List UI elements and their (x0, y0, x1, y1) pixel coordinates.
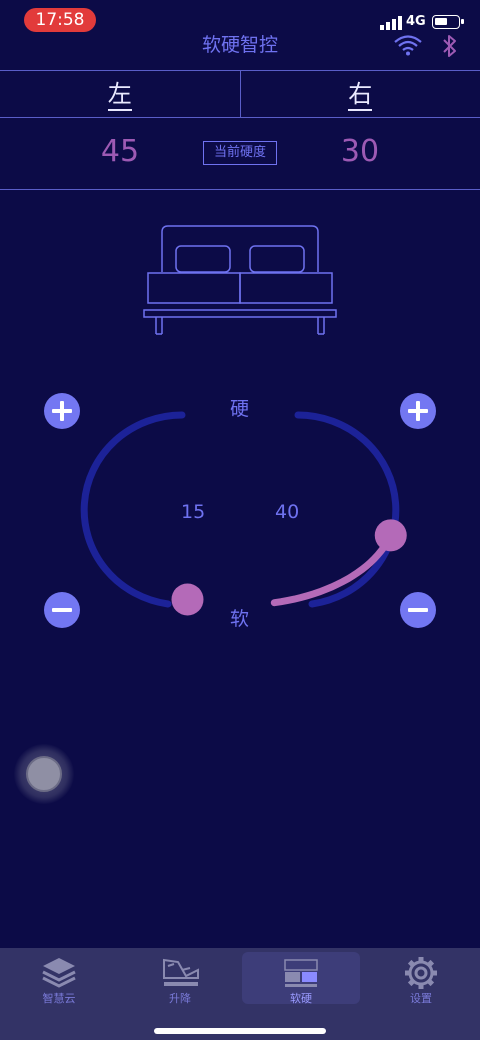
right-gauge-knob[interactable] (374, 519, 407, 552)
tab-right-side[interactable]: 右 (239, 71, 480, 117)
left-gauge-knob[interactable] (171, 583, 204, 616)
network-type: 4G (406, 14, 426, 29)
tab-firmness-label: 软硬 (290, 992, 312, 1005)
left-gauge-track (80, 411, 186, 608)
right-decrease-button[interactable] (400, 592, 436, 628)
wifi-icon (394, 35, 422, 56)
gauge-hard-label: 硬 (230, 398, 250, 420)
right-hardness-value: 30 (340, 134, 380, 169)
left-increase-button[interactable] (44, 393, 80, 429)
tab-right-label: 右 (348, 80, 373, 111)
status-time: 17:58 (24, 8, 96, 32)
bluetooth-icon[interactable] (440, 33, 460, 59)
gauge-soft-label: 软 (230, 608, 250, 630)
bottom-tab-bar: 智慧云 升降 软硬 设置 (0, 948, 480, 1040)
home-indicator (154, 1028, 326, 1034)
tab-lift-label: 升降 (169, 992, 191, 1005)
tab-lift[interactable]: 升降 (121, 952, 239, 1005)
right-gauge-value: 40 (275, 501, 300, 523)
bed-illustration (143, 225, 337, 335)
left-gauge-value: 15 (181, 501, 206, 523)
floating-assistive-button[interactable] (14, 744, 74, 804)
side-selector: 左 右 (0, 70, 480, 118)
tab-settings-label: 设置 (410, 992, 432, 1005)
left-decrease-button[interactable] (44, 592, 80, 628)
tab-left-side[interactable]: 左 (0, 71, 240, 117)
current-hardness-label: 当前硬度 (203, 141, 277, 165)
current-hardness-row: 45 当前硬度 30 (0, 118, 480, 190)
cellular-signal-icon (380, 16, 402, 30)
battery-icon (432, 15, 464, 29)
tab-left-label: 左 (107, 80, 132, 111)
tab-smart-cloud-label: 智慧云 (42, 992, 76, 1005)
tab-settings[interactable]: 设置 (362, 952, 480, 1005)
right-increase-button[interactable] (400, 393, 436, 429)
layers-icon (42, 958, 76, 988)
firmness-gauge: 硬 软 15 40 (0, 380, 480, 660)
tab-smart-cloud[interactable]: 智慧云 (0, 952, 118, 1005)
bed-lift-icon (163, 958, 199, 986)
tab-firmness[interactable]: 软硬 (242, 952, 360, 1005)
gear-icon (405, 957, 437, 989)
bed-firmness-icon (284, 959, 318, 987)
left-hardness-value: 45 (100, 134, 140, 169)
